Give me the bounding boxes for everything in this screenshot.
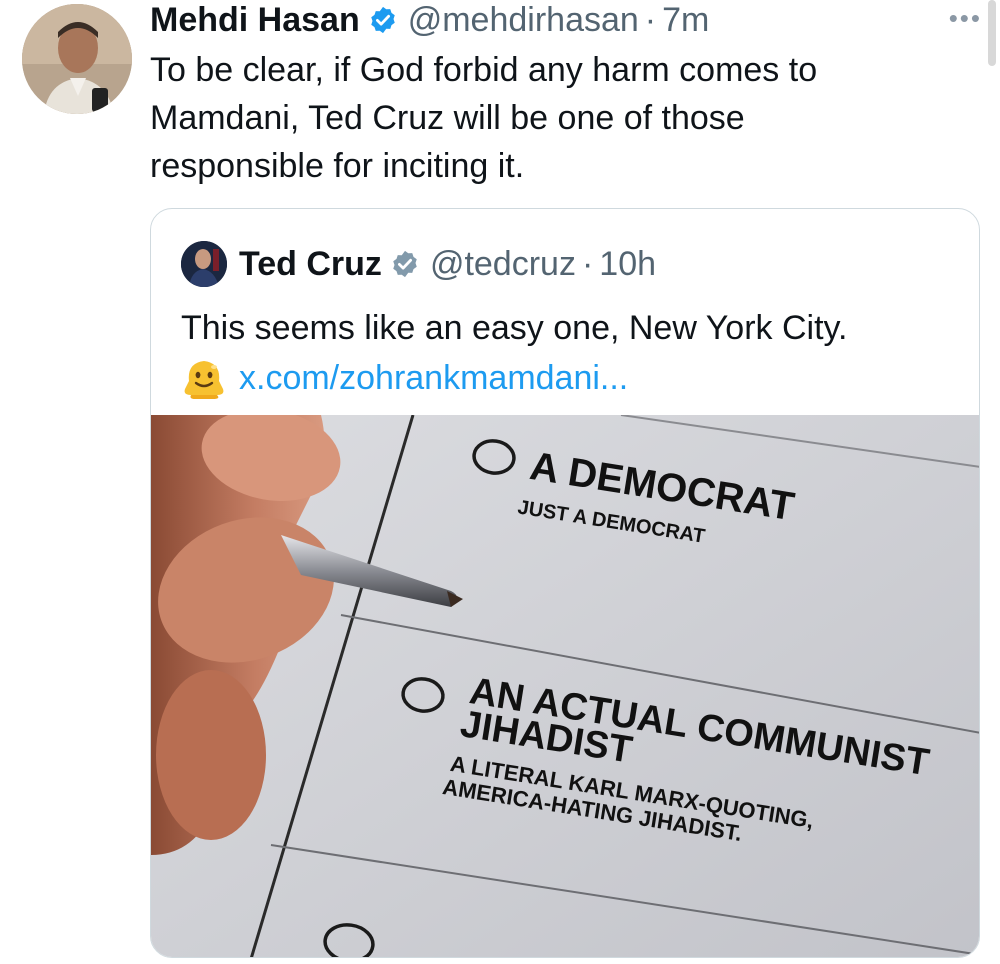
author-name[interactable]: Mehdi Hasan — [150, 1, 360, 40]
quoted-header-separator: · — [581, 244, 594, 283]
quoted-tweet-text: This seems like an easy one, New York Ci… — [181, 309, 848, 347]
verified-badge-icon — [368, 5, 398, 35]
quoted-author-handle[interactable]: @tedcruz — [430, 245, 576, 284]
gray-verified-badge-icon — [390, 249, 420, 279]
ballot-meme-image[interactable]: A DEMOCRAT JUST A DEMOCRAT AN ACTUAL COM… — [151, 415, 979, 957]
scrollbar[interactable] — [988, 0, 996, 66]
tweet-timestamp[interactable]: 7m — [662, 1, 709, 40]
tweet[interactable]: Mehdi Hasan @mehdirhasan · 7m ••• To be … — [0, 0, 1000, 964]
author-handle[interactable]: @mehdirhasan — [408, 1, 639, 40]
quoted-link[interactable]: x.com/zohrankmamdani... — [239, 359, 628, 398]
tweet-header: Mehdi Hasan @mehdirhasan · 7m — [150, 0, 709, 42]
author-avatar[interactable] — [22, 4, 132, 114]
quoted-author-avatar[interactable] — [181, 241, 227, 287]
quoted-link-row: x.com/zohrankmamdani... — [181, 355, 628, 401]
tweet-text: To be clear, if God forbid any harm come… — [150, 51, 818, 185]
melting-face-emoji-icon — [184, 361, 224, 399]
header-separator: · — [644, 0, 657, 39]
quoted-tweet-header: Ted Cruz @tedcruz · 10h — [181, 239, 656, 289]
more-options-button[interactable]: ••• — [949, 5, 982, 31]
quoted-tweet[interactable]: Ted Cruz @tedcruz · 10h This seems like … — [150, 208, 980, 958]
quoted-author-name[interactable]: Ted Cruz — [239, 245, 382, 284]
quoted-timestamp[interactable]: 10h — [599, 245, 656, 284]
